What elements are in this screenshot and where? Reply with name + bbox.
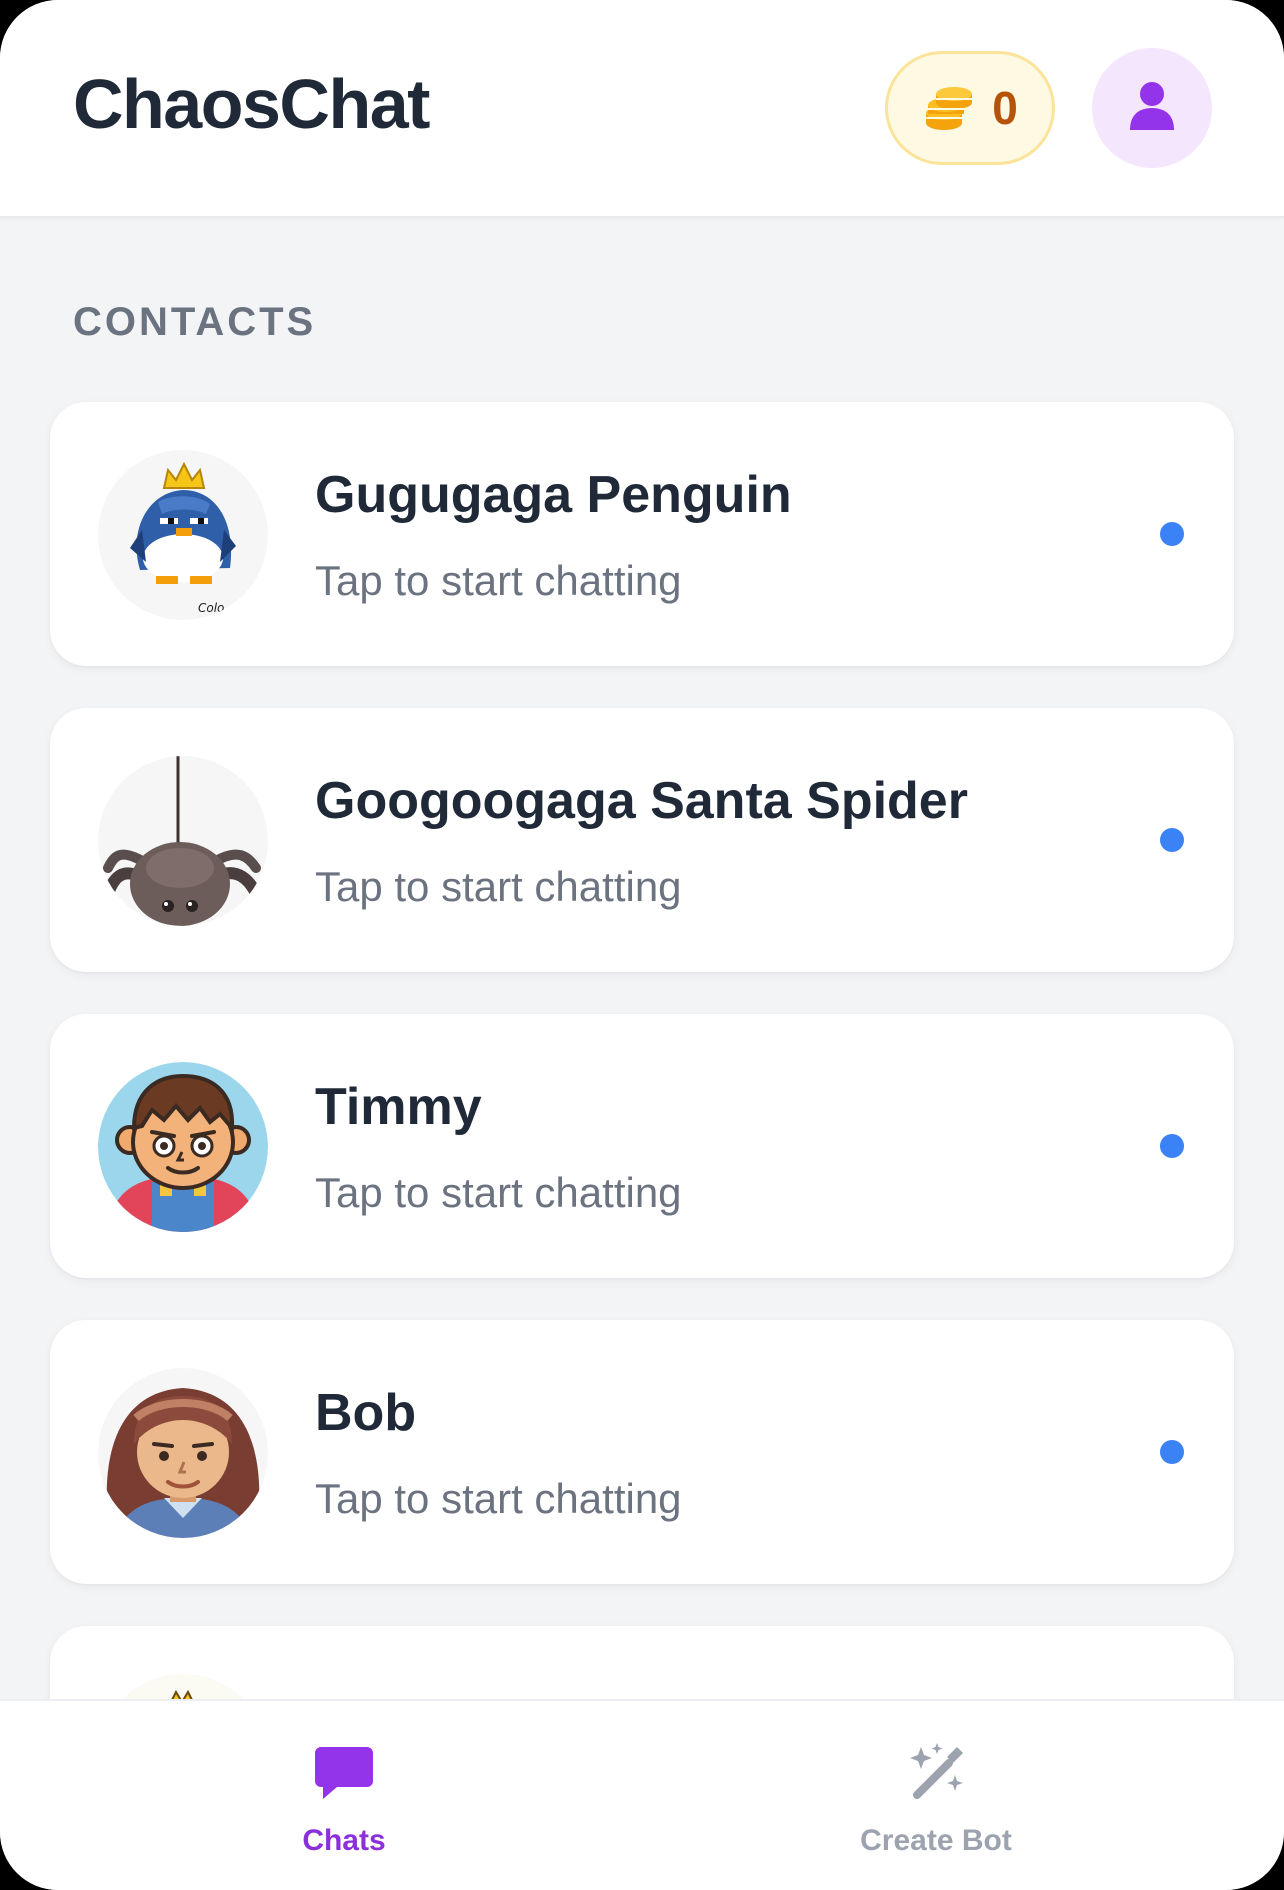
girl-avatar: [98, 1368, 268, 1538]
online-status-dot: [1160, 1440, 1184, 1464]
bottom-navigation: Chats Create Bot: [0, 1699, 1284, 1890]
coins-icon: [922, 82, 978, 134]
contact-subtitle: Tap to start chatting: [315, 863, 682, 910]
online-status-dot: [1160, 522, 1184, 546]
coin-balance-button[interactable]: 0: [885, 51, 1055, 165]
nav-label-create-bot: Create Bot: [860, 1824, 1012, 1857]
spider-avatar: [98, 756, 268, 926]
nav-tab-chats[interactable]: Chats: [24, 1701, 664, 1890]
online-status-dot: [1160, 1134, 1184, 1158]
contact-subtitle: Tap to start chatting: [315, 557, 682, 604]
contact-item[interactable]: Colo Gugugaga Penguin Tap to start chatt…: [50, 402, 1234, 666]
contact-name: Timmy: [315, 1078, 482, 1136]
magic-wand-icon: [903, 1739, 969, 1805]
contacts-section-title: CONTACTS: [73, 300, 317, 344]
contact-subtitle: Tap to start chatting: [315, 1169, 682, 1216]
app-header: ChaosChat 0: [0, 0, 1284, 218]
online-status-dot: [1160, 828, 1184, 852]
contact-name: Googoogaga Santa Spider: [315, 772, 968, 830]
profile-button[interactable]: [1092, 48, 1212, 168]
contact-subtitle: Tap to start chatting: [315, 1475, 682, 1522]
chat-bubble-icon: [311, 1739, 377, 1805]
contact-item[interactable]: Timmy Tap to start chatting: [50, 1014, 1234, 1278]
coin-count: 0: [992, 82, 1018, 134]
app-title: ChaosChat: [73, 65, 430, 143]
nav-tab-create-bot[interactable]: Create Bot: [616, 1701, 1256, 1890]
penguin-avatar: Colo: [98, 450, 268, 620]
app-screen: ChaosChat 0 CONTACTS Colo Gugugaga Pengu…: [0, 0, 1284, 1890]
contact-name: Gugugaga Penguin: [315, 466, 792, 524]
boy-avatar: [98, 1062, 268, 1232]
contact-name: Bob: [315, 1384, 417, 1442]
user-icon: [1128, 80, 1176, 137]
contact-item[interactable]: Bob Tap to start chatting: [50, 1320, 1234, 1584]
svg-text:Colo: Colo: [198, 601, 224, 615]
nav-label-chats: Chats: [302, 1824, 386, 1857]
contact-item[interactable]: Googoogaga Santa Spider Tap to start cha…: [50, 708, 1234, 972]
